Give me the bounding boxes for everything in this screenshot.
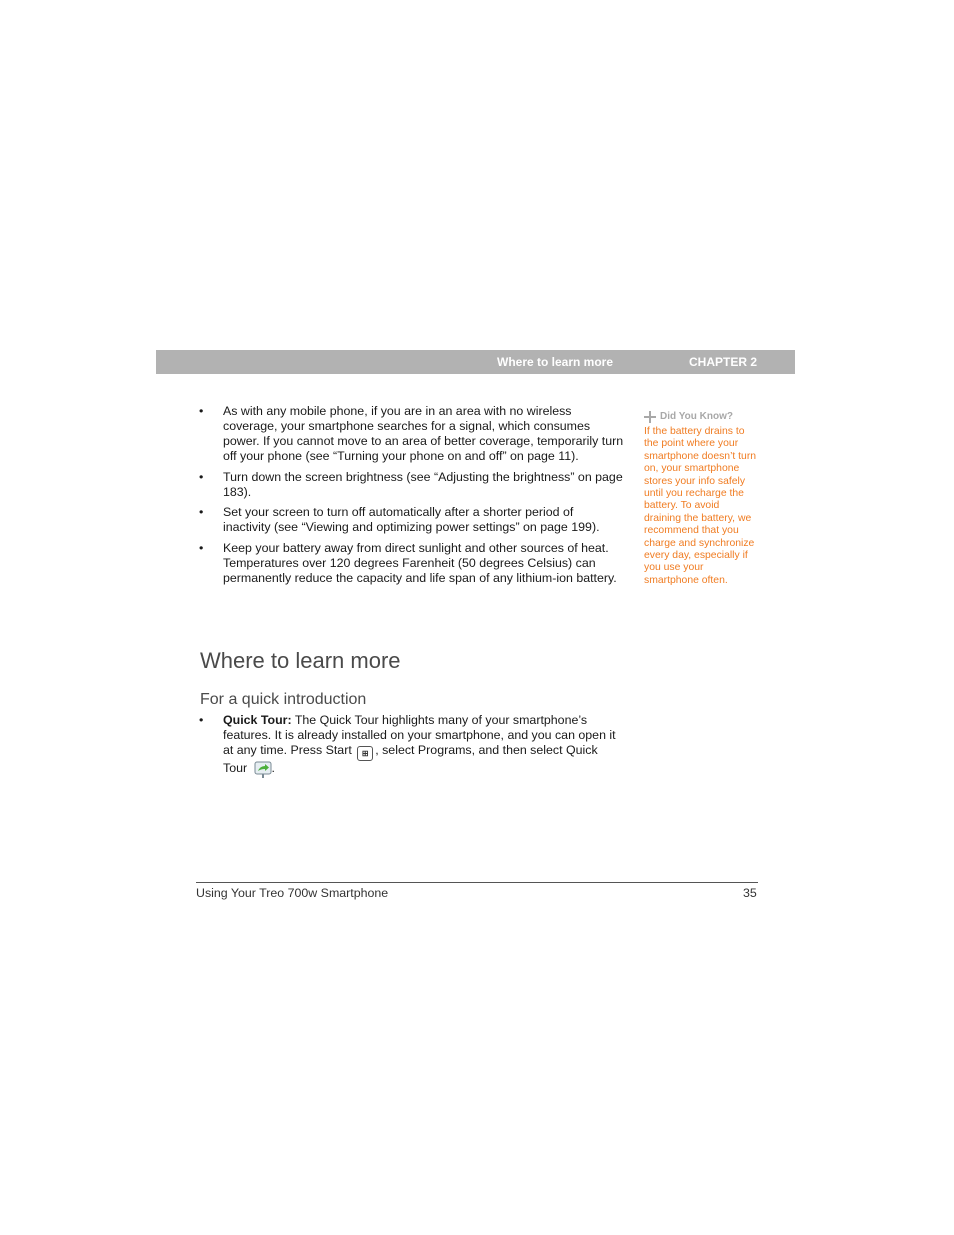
list-item: • Set your screen to turn off automatical… — [199, 505, 600, 535]
did-you-know-heading: Did You Know? — [644, 411, 759, 423]
subsection-heading: For a quick introduction — [200, 691, 367, 708]
quick-tour-icon — [254, 761, 272, 778]
header-section-title: Where to learn more — [497, 355, 614, 369]
quick-intro-list: • Quick Tour: The Quick Tour highlights m… — [199, 713, 624, 785]
list-item: • As with any mobile phone, if you are in… — [199, 404, 624, 463]
chapter-header-bar: Where to learn more CHAPTER 2 — [156, 350, 795, 374]
bullet-icon: • — [199, 469, 204, 484]
footer-divider — [196, 882, 758, 883]
bullet-icon: • — [199, 505, 204, 520]
header-chapter-label: CHAPTER 2 — [689, 355, 758, 369]
bullet-icon: • — [199, 541, 204, 556]
page-number: 35 — [743, 886, 757, 900]
battery-tips-list: • As with any mobile phone, if you are in… — [199, 404, 624, 592]
did-you-know-sidebar: Did You Know? If the battery drains to t… — [644, 411, 759, 587]
list-item: • Quick Tour: The Quick Tour highlights m… — [199, 713, 624, 779]
bullet-icon: • — [199, 713, 204, 727]
footer-book-title: Using Your Treo 700w Smartphone — [196, 886, 389, 900]
list-item: • Keep your battery away from direct sunl… — [199, 541, 617, 586]
quick-tour-label: Quick Tour: — [223, 713, 292, 727]
windows-start-icon: ⊞ — [357, 745, 374, 761]
section-heading: Where to learn more — [200, 648, 401, 673]
list-item: • Turn down the screen brightness (see “A… — [199, 469, 623, 499]
did-you-know-text: If the battery drains to the point where… — [644, 426, 757, 586]
bullet-icon: • — [199, 404, 204, 418]
plus-icon — [644, 411, 656, 423]
